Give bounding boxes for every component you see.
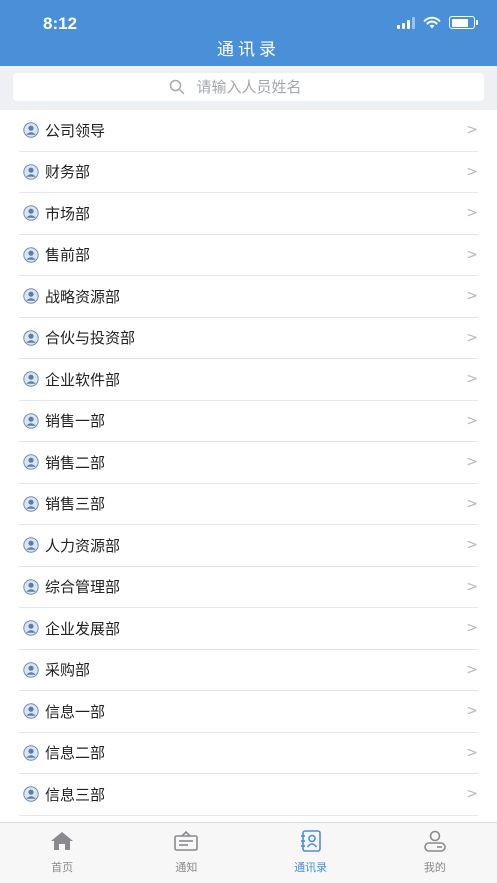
department-label: 战略资源部 xyxy=(45,287,121,306)
department-label: 信息一部 xyxy=(45,702,106,721)
department-row[interactable]: 财务部 > xyxy=(19,152,478,193)
department-label: 销售二部 xyxy=(45,453,106,472)
search-box[interactable] xyxy=(13,73,484,101)
status-time: 8:12 xyxy=(43,14,78,33)
chevron-right-icon: > xyxy=(466,703,478,720)
chevron-right-icon: > xyxy=(466,163,478,180)
department-icon xyxy=(23,537,39,553)
department-icon xyxy=(23,371,39,387)
department-icon xyxy=(23,745,39,761)
chevron-right-icon: > xyxy=(466,122,478,139)
department-label: 售前部 xyxy=(45,246,91,265)
department-row[interactable]: 人力资源部 > xyxy=(19,525,478,567)
department-icon xyxy=(23,662,39,678)
department-icon xyxy=(23,330,39,346)
department-icon xyxy=(23,288,39,304)
department-row[interactable]: 售前部 > xyxy=(19,235,478,276)
tab-home[interactable]: 首页 xyxy=(0,823,124,883)
department-icon xyxy=(23,205,39,221)
department-label: 销售三部 xyxy=(45,495,106,514)
chevron-right-icon: > xyxy=(466,288,478,305)
department-label: 市场部 xyxy=(45,204,91,223)
notice-icon xyxy=(173,830,199,856)
department-icon xyxy=(23,122,39,138)
wifi-icon xyxy=(423,16,441,29)
battery-icon xyxy=(449,16,478,29)
department-icon xyxy=(23,413,39,429)
chevron-right-icon: > xyxy=(466,744,478,761)
department-row[interactable]: 市场部 > xyxy=(19,193,478,235)
cellular-signal-icon xyxy=(397,16,415,29)
department-label: 信息二部 xyxy=(45,744,106,763)
tab-label: 我的 xyxy=(423,861,446,874)
department-row[interactable]: 信息三部 > xyxy=(19,774,478,816)
department-icon xyxy=(23,620,39,636)
chevron-right-icon: > xyxy=(466,454,478,471)
department-row[interactable]: 企业发展部 > xyxy=(19,608,478,650)
department-label: 公司领导 xyxy=(45,121,106,140)
tab-label: 通知 xyxy=(175,861,198,874)
department-label: 信息三部 xyxy=(45,785,106,804)
chevron-right-icon: > xyxy=(466,495,478,512)
department-row[interactable]: 销售二部 > xyxy=(19,442,478,484)
department-icon xyxy=(23,454,39,470)
department-label: 采购部 xyxy=(45,661,91,680)
page-title: 通讯录 xyxy=(217,40,280,60)
tab-bar: 首页 通知 通讯录 我的 xyxy=(0,822,497,883)
tab-contacts[interactable]: 通讯录 xyxy=(249,823,373,883)
tab-label: 通讯录 xyxy=(294,861,328,874)
department-row[interactable]: 企业软件部 > xyxy=(19,359,478,401)
chevron-right-icon: > xyxy=(466,329,478,346)
department-icon xyxy=(23,164,39,180)
tab-notice[interactable]: 通知 xyxy=(124,823,248,883)
department-label: 合伙与投资部 xyxy=(45,329,136,348)
department-icon xyxy=(23,496,39,512)
department-label: 企业软件部 xyxy=(45,370,121,389)
department-row[interactable]: 战略资源部 > xyxy=(19,276,478,318)
department-label: 企业发展部 xyxy=(45,619,121,638)
department-label: 人力资源部 xyxy=(45,536,121,555)
department-row[interactable]: 合伙与投资部 > xyxy=(19,318,478,359)
department-row[interactable]: 综合管理部 > xyxy=(19,567,478,608)
chevron-right-icon: > xyxy=(466,246,478,263)
department-row[interactable]: 销售一部 > xyxy=(19,401,478,442)
search-icon xyxy=(169,79,184,95)
search-bar xyxy=(0,66,497,110)
chevron-right-icon: > xyxy=(466,661,478,678)
chevron-right-icon: > xyxy=(466,578,478,595)
tab-profile[interactable]: 我的 xyxy=(373,823,497,883)
department-label: 销售一部 xyxy=(45,412,106,431)
contacts-icon xyxy=(298,830,324,856)
department-row[interactable]: 公司领导 > xyxy=(19,110,478,152)
department-icon xyxy=(23,786,39,802)
department-label: 财务部 xyxy=(45,163,91,182)
chevron-right-icon: > xyxy=(466,537,478,554)
app-header: 8:12 通讯录 xyxy=(0,0,497,66)
chevron-right-icon: > xyxy=(466,620,478,637)
department-icon xyxy=(23,579,39,595)
department-row[interactable]: 信息一部 > xyxy=(19,691,478,733)
chevron-right-icon: > xyxy=(466,412,478,429)
department-row[interactable]: 采购部 > xyxy=(19,650,478,691)
tab-label: 首页 xyxy=(51,861,74,874)
chevron-right-icon: > xyxy=(466,205,478,222)
department-label: 综合管理部 xyxy=(45,578,121,597)
profile-icon xyxy=(422,830,448,856)
department-icon xyxy=(23,703,39,719)
chevron-right-icon: > xyxy=(466,786,478,803)
chevron-right-icon: > xyxy=(466,371,478,388)
search-input[interactable] xyxy=(194,77,329,97)
department-list: 公司领导 > 财务部 > 市场部 > 售前部 > 战略资源部 > 合伙与投资部 > 企业软件部 > 销售一部… xyxy=(0,110,497,823)
department-row[interactable]: 信息二部 > xyxy=(19,733,478,774)
home-icon xyxy=(49,830,75,856)
department-icon xyxy=(23,247,39,263)
department-row[interactable]: 销售三部 > xyxy=(19,484,478,525)
status-icons xyxy=(397,16,478,29)
